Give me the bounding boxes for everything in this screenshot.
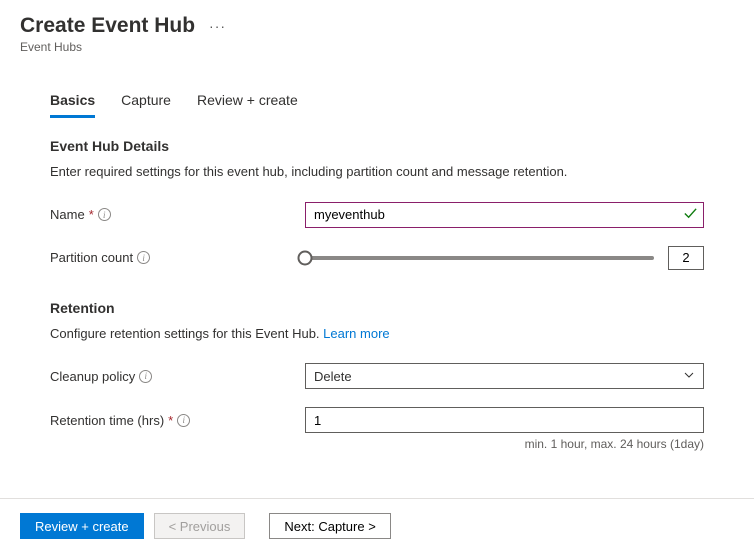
slider-thumb[interactable] bbox=[298, 250, 313, 265]
page-header: Create Event Hub ··· Event Hubs bbox=[0, 0, 754, 58]
info-icon[interactable]: i bbox=[98, 208, 111, 221]
label-retention-time-text: Retention time (hrs) bbox=[50, 413, 164, 428]
tabs: Basics Capture Review + create bbox=[0, 92, 754, 118]
label-name: Name * i bbox=[50, 207, 305, 222]
cleanup-select-value: Delete bbox=[314, 369, 352, 384]
learn-more-link[interactable]: Learn more bbox=[323, 326, 389, 341]
row-name: Name * i bbox=[50, 202, 704, 228]
partition-slider[interactable] bbox=[305, 256, 654, 260]
previous-button: < Previous bbox=[154, 513, 246, 539]
label-retention-time: Retention time (hrs) * i bbox=[50, 413, 305, 428]
section-desc-retention: Configure retention settings for this Ev… bbox=[50, 324, 704, 344]
tab-capture[interactable]: Capture bbox=[121, 92, 171, 118]
more-icon[interactable]: ··· bbox=[209, 18, 226, 34]
name-input[interactable] bbox=[305, 202, 704, 228]
retention-time-input[interactable] bbox=[305, 407, 704, 433]
form-content: Event Hub Details Enter required setting… bbox=[0, 138, 754, 451]
chevron-down-icon bbox=[683, 369, 695, 384]
label-partition-text: Partition count bbox=[50, 250, 133, 265]
info-icon[interactable]: i bbox=[137, 251, 150, 264]
check-icon bbox=[683, 206, 698, 225]
label-cleanup: Cleanup policy i bbox=[50, 369, 305, 384]
retention-time-help: min. 1 hour, max. 24 hours (1day) bbox=[50, 437, 704, 451]
retention-desc-text: Configure retention settings for this Ev… bbox=[50, 326, 323, 341]
label-name-text: Name bbox=[50, 207, 85, 222]
section-desc-details: Enter required settings for this event h… bbox=[50, 162, 704, 182]
tab-basics[interactable]: Basics bbox=[50, 92, 95, 118]
label-partition: Partition count i bbox=[50, 250, 305, 265]
section-title-retention: Retention bbox=[50, 300, 704, 316]
info-icon[interactable]: i bbox=[177, 414, 190, 427]
footer: Review + create < Previous Next: Capture… bbox=[0, 498, 754, 557]
label-cleanup-text: Cleanup policy bbox=[50, 369, 135, 384]
section-title-details: Event Hub Details bbox=[50, 138, 704, 154]
page-title: Create Event Hub bbox=[20, 14, 195, 38]
cleanup-select[interactable]: Delete bbox=[305, 363, 704, 389]
required-asterisk: * bbox=[168, 413, 173, 428]
row-retention-time: Retention time (hrs) * i bbox=[50, 407, 704, 433]
row-partition: Partition count i bbox=[50, 246, 704, 270]
breadcrumb[interactable]: Event Hubs bbox=[20, 40, 734, 54]
row-cleanup: Cleanup policy i Delete bbox=[50, 363, 704, 389]
review-create-button[interactable]: Review + create bbox=[20, 513, 144, 539]
info-icon[interactable]: i bbox=[139, 370, 152, 383]
partition-value-input[interactable] bbox=[668, 246, 704, 270]
next-button[interactable]: Next: Capture > bbox=[269, 513, 390, 539]
required-asterisk: * bbox=[89, 207, 94, 222]
tab-review-create[interactable]: Review + create bbox=[197, 92, 298, 118]
